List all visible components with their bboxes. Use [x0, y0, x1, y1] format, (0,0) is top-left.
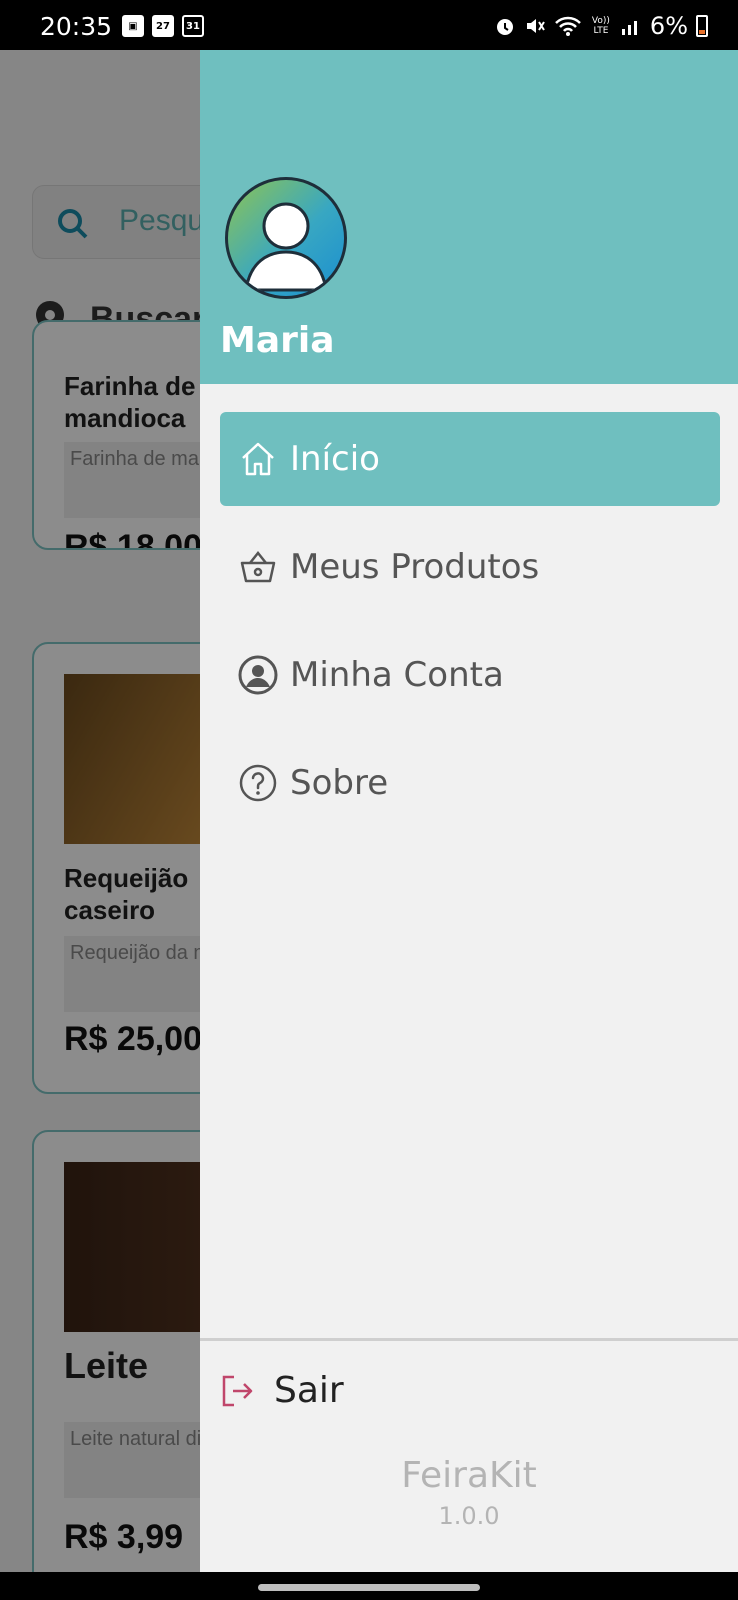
menu-label: Sobre — [290, 763, 389, 803]
volte-icon: Vo)) LTE — [591, 16, 610, 36]
user-icon — [244, 202, 328, 292]
calendar-icon: 31 — [182, 15, 204, 37]
drawer-header: Maria — [200, 50, 738, 384]
navigation-drawer: Maria Início Meus Produtos Minha Conta S… — [200, 50, 738, 1572]
image-icon: ▣ — [122, 15, 144, 37]
status-time: 20:35 — [40, 12, 113, 41]
status-bar: 20:35 ▣ 27 31 Vo)) LTE 6% — [0, 0, 738, 50]
calendar-icon: 27 — [152, 15, 174, 37]
account-circle-icon — [236, 653, 280, 697]
system-nav-bar — [0, 1572, 738, 1600]
avatar[interactable] — [225, 177, 347, 299]
system-icons: Vo)) LTE 6% — [494, 12, 708, 40]
wifi-icon — [555, 16, 581, 36]
divider — [200, 1338, 738, 1341]
app-version: 1.0.0 — [438, 1502, 500, 1530]
menu-label: Minha Conta — [290, 655, 504, 695]
signal-icon — [621, 21, 637, 35]
basket-icon — [236, 545, 280, 589]
alarm-icon — [496, 19, 513, 35]
battery-percent: 6% — [649, 12, 688, 40]
menu-item-sobre[interactable]: Sobre — [220, 736, 720, 830]
app-name: FeiraKit — [401, 1455, 537, 1496]
logout-button[interactable]: Sair — [220, 1370, 344, 1411]
menu-item-inicio[interactable]: Início — [220, 412, 720, 506]
home-icon — [236, 437, 280, 481]
help-circle-icon — [236, 761, 280, 805]
menu-item-minha-conta[interactable]: Minha Conta — [220, 628, 720, 722]
battery-icon — [696, 15, 708, 37]
menu-item-meus-produtos[interactable]: Meus Produtos — [220, 520, 720, 614]
home-gesture-handle[interactable] — [258, 1584, 480, 1591]
menu-label: Meus Produtos — [290, 547, 540, 587]
mute-icon — [526, 19, 545, 33]
menu-label: Início — [290, 439, 380, 479]
logout-icon — [222, 1375, 253, 1406]
notification-icons: ▣ 27 31 — [122, 15, 204, 37]
user-name: Maria — [220, 320, 335, 361]
logout-label: Sair — [274, 1370, 344, 1411]
